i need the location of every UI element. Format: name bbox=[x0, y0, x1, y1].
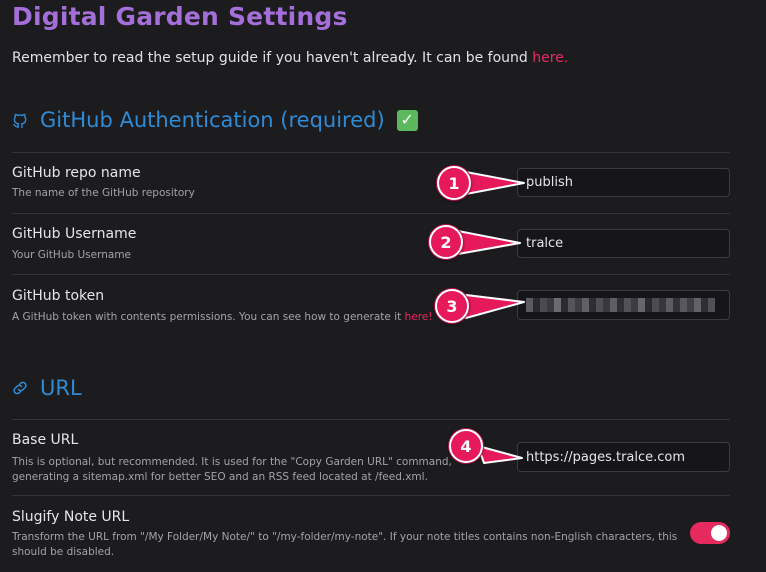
setup-guide-notice: Remember to read the setup guide if you … bbox=[12, 50, 568, 66]
link-icon bbox=[12, 380, 28, 396]
repo-name-input[interactable]: publish bbox=[517, 168, 730, 197]
callout-badge-2: 2 bbox=[429, 225, 463, 259]
repo-name-description: The name of the GitHub repository bbox=[12, 187, 195, 199]
obscured-token-value bbox=[526, 298, 715, 312]
token-description-text: A GitHub token with contents permissions… bbox=[12, 311, 405, 323]
settings-page: Digital Garden Settings Remember to read… bbox=[0, 0, 766, 572]
annotation-arrows bbox=[457, 171, 525, 464]
repo-name-value: publish bbox=[526, 175, 573, 190]
callout-badge-1: 1 bbox=[437, 166, 471, 200]
callout-badge-4: 4 bbox=[449, 429, 483, 463]
slugify-description: Transform the URL from "/My Folder/My No… bbox=[12, 531, 678, 558]
token-label: GitHub token bbox=[12, 288, 105, 304]
url-section-heading: URL bbox=[12, 376, 82, 400]
callout-badge-3: 3 bbox=[435, 289, 469, 323]
base-url-label: Base URL bbox=[12, 432, 79, 448]
slugify-label: Slugify Note URL bbox=[12, 509, 130, 525]
base-url-input[interactable]: https://pages.tralce.com bbox=[517, 442, 730, 472]
username-description: Your GitHub Username bbox=[12, 249, 132, 261]
token-description: A GitHub token with contents permissions… bbox=[12, 310, 432, 325]
callout-arrow-3 bbox=[465, 294, 525, 319]
github-section-title: GitHub Authentication (required) bbox=[40, 108, 385, 132]
setup-guide-text: Remember to read the setup guide if you … bbox=[12, 50, 533, 66]
divider bbox=[12, 495, 730, 496]
checkmark-icon: ✓ bbox=[396, 109, 418, 131]
base-url-value: https://pages.tralce.com bbox=[526, 449, 686, 465]
token-input[interactable] bbox=[517, 290, 730, 320]
slugify-toggle[interactable] bbox=[690, 522, 730, 544]
divider bbox=[12, 213, 730, 214]
repo-name-label: GitHub repo name bbox=[12, 165, 141, 181]
toggle-knob bbox=[711, 525, 727, 541]
divider bbox=[12, 274, 730, 275]
username-label: GitHub Username bbox=[12, 226, 137, 242]
divider bbox=[12, 419, 730, 420]
url-section-title: URL bbox=[40, 376, 82, 400]
divider bbox=[12, 152, 730, 153]
token-help-link[interactable]: here! bbox=[405, 311, 433, 323]
page-title: Digital Garden Settings bbox=[12, 2, 348, 31]
username-input[interactable]: tralce bbox=[517, 229, 730, 258]
callout-arrow-1 bbox=[465, 171, 525, 195]
github-icon bbox=[12, 112, 28, 128]
github-section-heading: GitHub Authentication (required) ✓ bbox=[12, 108, 418, 132]
base-url-description: This is optional, but recommended. It is… bbox=[12, 456, 452, 483]
username-value: tralce bbox=[526, 236, 564, 251]
callout-arrow-2 bbox=[457, 230, 521, 255]
setup-guide-link[interactable]: here. bbox=[532, 50, 568, 66]
